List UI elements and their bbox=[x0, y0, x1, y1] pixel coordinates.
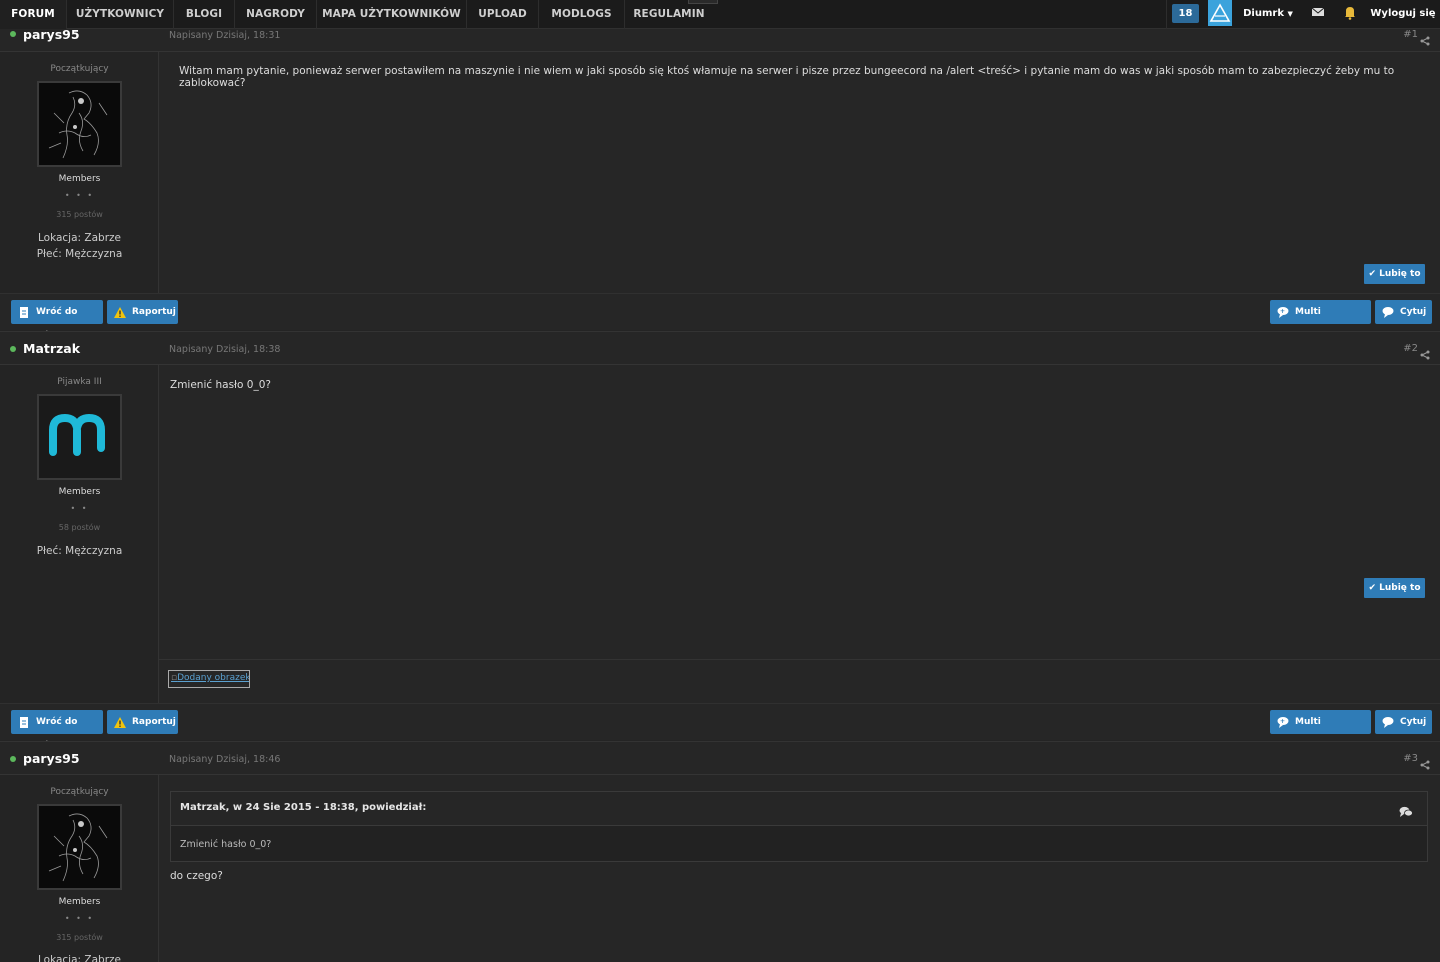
post-2: Matrzak Napisany Dzisiaj, 18:38 #2 Pijaw… bbox=[0, 331, 1440, 751]
post-number[interactable]: #2 bbox=[1403, 343, 1418, 354]
post-content: Witam mam pytanie, ponieważ serwer posta… bbox=[179, 65, 1395, 89]
svg-text:+: + bbox=[1280, 308, 1285, 315]
user-gender: Płeć: Mężczyzna bbox=[36, 248, 123, 260]
user-rank: Początkujący bbox=[50, 64, 109, 74]
post-date: Napisany Dzisiaj, 18:38 bbox=[169, 344, 281, 355]
post-number[interactable]: #3 bbox=[1403, 753, 1418, 764]
user-post-count[interactable]: 315 postów bbox=[0, 210, 159, 219]
quote-block: Matrzak, w 24 Sie 2015 - 18:38, powiedzi… bbox=[170, 791, 1428, 862]
report-label: Raportuj bbox=[132, 717, 176, 727]
back-to-top-button[interactable]: Wróć do góry bbox=[11, 300, 103, 341]
post-author[interactable]: Matrzak bbox=[23, 341, 80, 356]
user-group: Members bbox=[58, 174, 101, 184]
post-body: Pijawka III Members • • 58 postów Płeć: … bbox=[0, 365, 1440, 703]
user-location: Lokacja: Zabrze bbox=[37, 954, 121, 962]
user-info-panel: Początkujący Members • • • 315 postów Lo… bbox=[0, 775, 159, 962]
multiquote-button[interactable]: + Multi cytowanie bbox=[1270, 710, 1371, 751]
post-date: Napisany Dzisiaj, 18:46 bbox=[169, 754, 281, 765]
quote-bubble-icon bbox=[1382, 305, 1394, 318]
back-to-top-button[interactable]: Wróć do góry bbox=[11, 710, 103, 751]
online-status-icon bbox=[10, 756, 16, 762]
nav-awards[interactable]: NAGRODY bbox=[235, 0, 317, 29]
report-label: Raportuj bbox=[132, 307, 176, 317]
quote-label: Cytuj bbox=[1400, 307, 1427, 317]
user-info-panel: Początkujący Members • • • 315 postów Lo… bbox=[0, 52, 159, 293]
post-body: Początkujący Members • • • 315 postów Lo… bbox=[0, 52, 1440, 293]
avatar[interactable] bbox=[37, 804, 122, 890]
quote-button[interactable]: Cytuj bbox=[1375, 710, 1432, 734]
post-header: parys95 Napisany Dzisiaj, 18:46 #3 bbox=[0, 741, 1440, 775]
warning-icon bbox=[114, 715, 126, 728]
username-label: Diumrk bbox=[1243, 8, 1284, 19]
nav-rules[interactable]: REGULAMIN bbox=[625, 0, 713, 29]
post-action-bar: Wróć do góry Raportuj + Multi cytowanie … bbox=[0, 703, 1440, 751]
warning-icon bbox=[114, 305, 126, 318]
avatar[interactable] bbox=[37, 394, 122, 480]
user-info-panel: Pijawka III Members • • 58 postów Płeć: … bbox=[0, 365, 159, 703]
nav-blogs[interactable]: BLOGI bbox=[174, 0, 235, 29]
quote-text: Zmienić hasło 0_0? bbox=[180, 839, 272, 850]
multiquote-button[interactable]: + Multi cytowanie bbox=[1270, 300, 1371, 341]
quote-header: Matrzak, w 24 Sie 2015 - 18:38, powiedzi… bbox=[171, 792, 1427, 826]
nav-users[interactable]: UŻYTKOWNICY bbox=[67, 0, 174, 29]
user-post-count[interactable]: 315 postów bbox=[0, 933, 159, 942]
post-author[interactable]: parys95 bbox=[23, 27, 80, 42]
user-rank: Początkujący bbox=[50, 787, 109, 797]
quote-label: Cytuj bbox=[1400, 717, 1427, 727]
avatar[interactable] bbox=[37, 81, 122, 167]
like-button[interactable]: ✔ Lubię to bbox=[1364, 264, 1425, 284]
online-status-icon bbox=[10, 31, 16, 37]
nav-user-map[interactable]: MAPA UŻYTKOWNIKÓW bbox=[317, 0, 467, 29]
share-icon[interactable] bbox=[1420, 755, 1430, 770]
quote-button[interactable]: Cytuj bbox=[1375, 300, 1432, 324]
rank-pips: • • • bbox=[64, 191, 95, 200]
svg-text:+: + bbox=[1280, 718, 1285, 725]
post-number[interactable]: #1 bbox=[1403, 29, 1418, 40]
report-button[interactable]: Raportuj bbox=[107, 300, 178, 324]
user-menu-dropdown[interactable]: Diumrk ▼ bbox=[1238, 0, 1298, 29]
user-group: Members bbox=[58, 487, 101, 497]
share-icon[interactable] bbox=[1420, 345, 1430, 360]
signature-image[interactable]: ▫Dodany obrazek bbox=[168, 670, 250, 688]
post-author[interactable]: parys95 bbox=[23, 751, 80, 766]
report-button[interactable]: Raportuj bbox=[107, 710, 178, 734]
post-content: do czego? bbox=[170, 870, 223, 882]
post-content: Zmienić hasło 0_0? bbox=[170, 379, 271, 391]
user-post-count[interactable]: 58 postów bbox=[0, 523, 159, 532]
multiquote-icon: + bbox=[1277, 305, 1289, 318]
multiquote-icon: + bbox=[1277, 715, 1289, 728]
user-gender: Płeć: Mężczyzna bbox=[36, 545, 123, 557]
signature-divider bbox=[159, 659, 1440, 660]
post-date: Napisany Dzisiaj, 18:31 bbox=[169, 30, 281, 41]
user-location: Lokacja: Zabrze bbox=[37, 232, 121, 244]
document-icon bbox=[18, 305, 30, 318]
logout-button[interactable]: Wyloguj się bbox=[1370, 0, 1436, 29]
user-group: Members bbox=[58, 897, 101, 907]
mail-icon[interactable] bbox=[1304, 0, 1332, 29]
post-header: Matrzak Napisany Dzisiaj, 18:38 #2 bbox=[0, 331, 1440, 365]
nav-modlogs[interactable]: MODLOGS bbox=[539, 0, 625, 29]
chevron-down-icon: ▼ bbox=[1287, 10, 1293, 18]
quote-bubble-icon bbox=[1382, 715, 1394, 728]
rank-pips: • • • bbox=[64, 914, 95, 923]
user-rank: Pijawka III bbox=[57, 377, 102, 387]
nav-collapse-handle[interactable] bbox=[688, 0, 718, 4]
document-icon bbox=[18, 715, 30, 728]
like-button[interactable]: ✔ Lubię to bbox=[1364, 578, 1425, 598]
notification-count-badge[interactable]: 18 bbox=[1172, 4, 1199, 23]
post-1: parys95 Napisany Dzisiaj, 18:31 #1 Począ… bbox=[0, 0, 1440, 341]
quote-citation[interactable]: Matrzak, w 24 Sie 2015 - 18:38, powiedzi… bbox=[180, 802, 426, 813]
post-action-bar: Wróć do góry Raportuj + Multi cytowanie … bbox=[0, 293, 1440, 341]
signature-image-alt: Dodany obrazek bbox=[177, 673, 250, 683]
comments-icon bbox=[1399, 803, 1413, 817]
share-icon[interactable] bbox=[1420, 31, 1430, 46]
nav-upload[interactable]: UPLOAD bbox=[467, 0, 539, 29]
online-status-icon bbox=[10, 346, 16, 352]
bell-icon[interactable] bbox=[1336, 0, 1364, 29]
triangle-logo-icon[interactable] bbox=[1208, 0, 1232, 26]
rank-pips: • • bbox=[70, 504, 89, 513]
nav-forum[interactable]: FORUM bbox=[0, 0, 67, 29]
top-navigation: FORUM UŻYTKOWNICY BLOGI NAGRODY MAPA UŻY… bbox=[0, 0, 1440, 29]
